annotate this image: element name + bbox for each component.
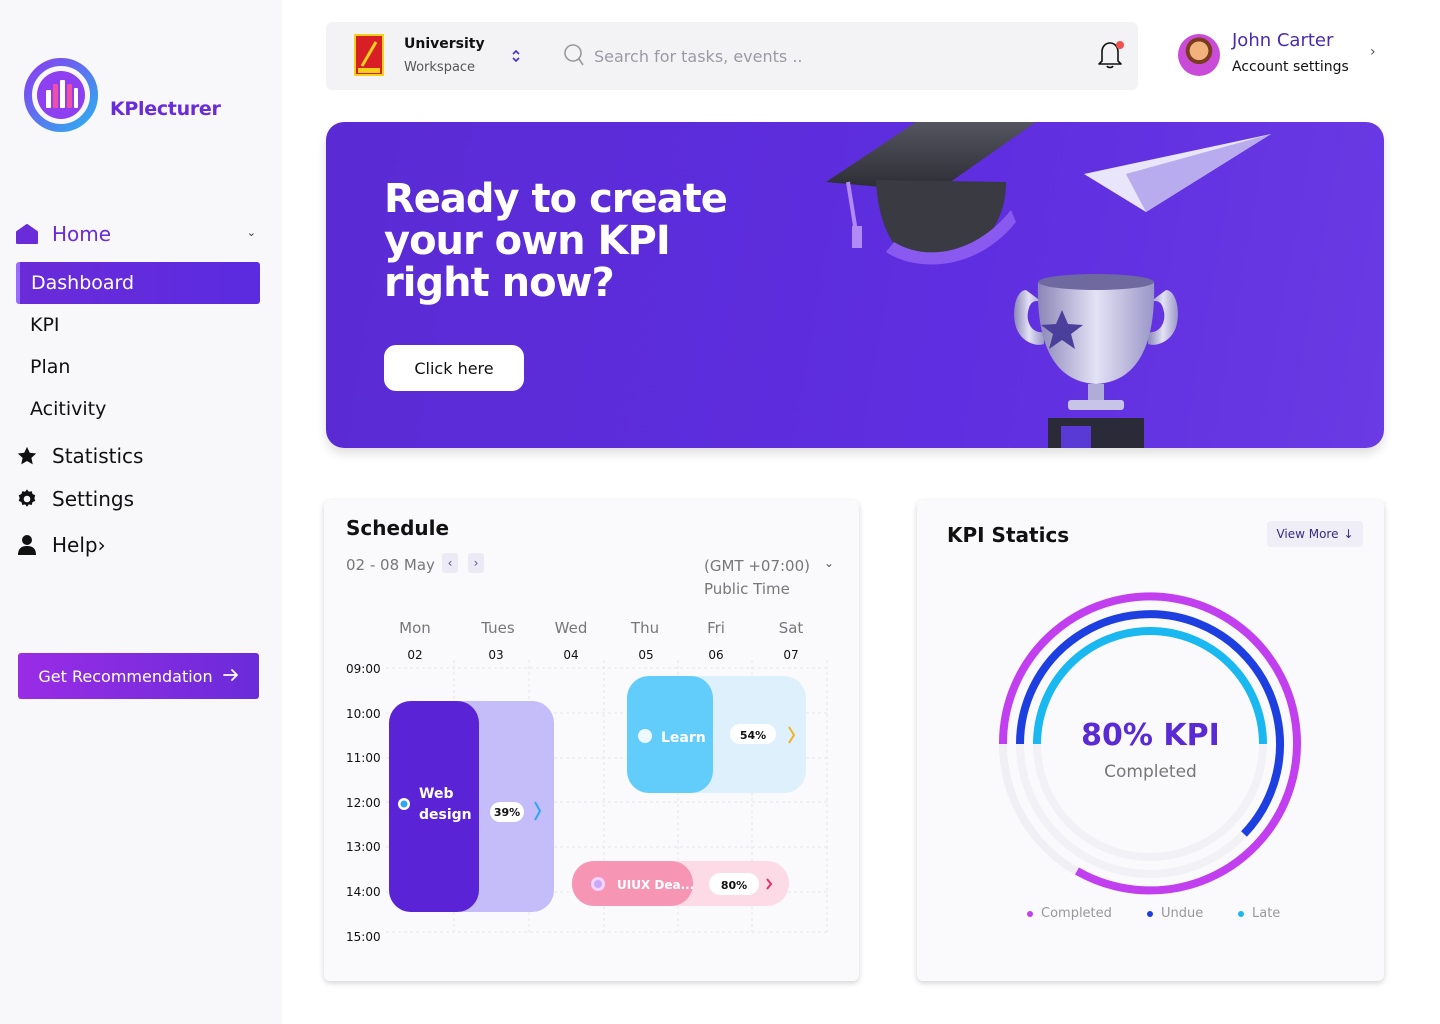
legend-label: Late (1252, 906, 1281, 921)
event-learn[interactable]: Learn 54% (627, 676, 806, 793)
day-date-tue: 03 (488, 648, 503, 662)
nav-help[interactable]: Help › (16, 533, 256, 557)
legend-completed: Completed (1027, 906, 1112, 921)
hour-label: 12:00 (346, 796, 381, 810)
day-name-mon: Mon (399, 619, 431, 637)
nav-settings[interactable]: Settings (16, 487, 134, 511)
day-name-wed: Wed (555, 619, 588, 637)
workspace-title: University (404, 36, 485, 52)
hour-label: 11:00 (346, 751, 381, 765)
kpi-subtitle: Completed (1104, 762, 1197, 782)
university-logo[interactable] (354, 34, 384, 76)
hour-label: 10:00 (346, 707, 381, 721)
hour-label: 15:00 (346, 930, 381, 944)
user-icon (16, 534, 38, 556)
kpi-statics-card: KPI Statics View More ↓ 80% KPI Complete… (917, 500, 1384, 981)
click-here-button[interactable]: Click here (384, 345, 524, 391)
kpi-value: 80% KPI (1081, 718, 1220, 753)
legend-undue: Undue (1147, 906, 1203, 921)
hour-label: 13:00 (346, 840, 381, 854)
event-progress: 39% (494, 806, 520, 819)
schedule-grid: Mon Tues Wed Thu Fri Sat 02 03 04 05 06 … (346, 619, 829, 944)
user-profile[interactable]: John Carter Account settings › (1178, 30, 1398, 78)
event-progress: 54% (740, 729, 766, 742)
nav-statistics-label: Statistics (52, 444, 144, 468)
hero-title: Ready to create your own KPI right now? (384, 176, 728, 306)
notification-bell-icon[interactable] (1096, 38, 1126, 70)
home-icon (16, 223, 38, 245)
event-title: Learn (661, 730, 706, 746)
day-name-tue: Tues (480, 619, 515, 637)
day-name-sat: Sat (779, 619, 804, 637)
day-date-fri: 06 (708, 648, 723, 662)
legend-label: Completed (1041, 906, 1112, 921)
nav-dashboard[interactable]: Dashboard (16, 262, 260, 304)
get-recommendation-button[interactable]: Get Recommendation (18, 653, 259, 699)
nav-home-label: Home (52, 222, 112, 246)
kplecturer-logo (24, 58, 98, 132)
get-recommendation-label: Get Recommendation (38, 666, 213, 686)
day-date-sat: 07 (783, 648, 798, 662)
search-icon (564, 44, 584, 66)
day-date-mon: 02 (407, 648, 422, 662)
search-input[interactable] (594, 42, 1074, 70)
gear-icon (16, 488, 38, 510)
workspace-switch-icon[interactable] (510, 46, 522, 66)
schedule-card: Schedule 02 - 08 May ‹ › (GMT +07:00) Pu… (324, 500, 859, 981)
event-uiux[interactable]: UIUX Dea... 80% (572, 861, 789, 906)
workspace-subtitle: Workspace (404, 60, 476, 75)
legend-dot (1238, 910, 1244, 917)
chevron-right-icon: › (97, 533, 106, 557)
legend-late: Late (1238, 906, 1280, 921)
sidebar: KPlecturer Home ⌄ Dashboard KPI Plan Aci… (0, 0, 282, 1024)
event-web-design[interactable]: Web design 39% (389, 701, 554, 912)
nav-help-label: Help (52, 533, 98, 557)
day-name-thu: Thu (630, 619, 659, 637)
graduation-trophy-illustration (826, 122, 1271, 448)
event-title: UIUX Dea... (617, 878, 694, 892)
nav-activity[interactable]: Acitivity (16, 388, 260, 430)
arrow-right-icon (222, 667, 239, 686)
nav-plan[interactable]: Plan (16, 346, 260, 388)
brand-name: KPlecturer (110, 98, 221, 120)
account-settings-link[interactable]: Account settings (1232, 59, 1349, 75)
event-progress: 80% (721, 879, 747, 892)
avatar[interactable] (1178, 34, 1220, 76)
user-name: John Carter (1232, 30, 1334, 51)
legend-dot (1147, 910, 1153, 917)
top-bar: University Workspace (326, 22, 1138, 90)
hour-label: 09:00 (346, 662, 381, 676)
star-icon (16, 445, 38, 467)
event-title: Web (419, 786, 453, 802)
day-date-wed: 04 (563, 648, 578, 662)
legend-label: Undue (1161, 906, 1204, 921)
nav-kpi[interactable]: KPI (16, 304, 260, 346)
hour-label: 14:00 (346, 885, 381, 899)
day-name-fri: Fri (707, 619, 725, 637)
event-title: design (419, 807, 472, 823)
nav-home[interactable]: Home ⌄ (16, 222, 256, 246)
nav-statistics[interactable]: Statistics (16, 444, 143, 468)
day-date-thu: 05 (638, 648, 653, 662)
chevron-right-icon[interactable]: › (1370, 44, 1376, 60)
hero-banner: Ready to create your own KPI right now? … (326, 122, 1384, 448)
nav-settings-label: Settings (52, 487, 135, 511)
legend-dot (1027, 910, 1033, 917)
chevron-down-icon: ⌄ (246, 226, 256, 239)
